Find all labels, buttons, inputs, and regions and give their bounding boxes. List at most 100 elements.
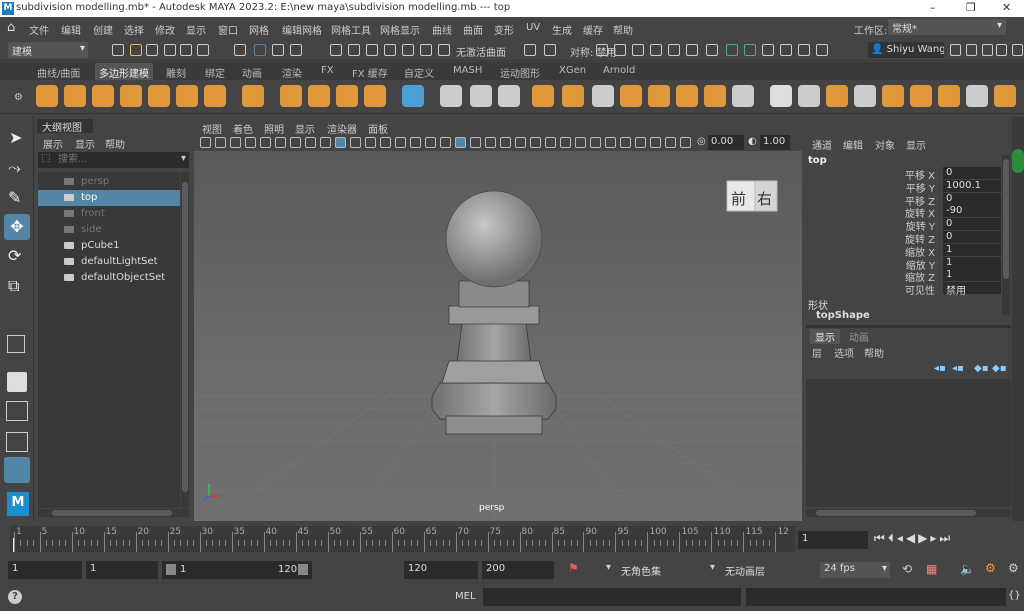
- status-tool-icon[interactable]: [130, 44, 142, 56]
- shelf-tool-icon[interactable]: [148, 85, 170, 107]
- outliner-search[interactable]: ⬚ ▾: [38, 152, 189, 168]
- close-button[interactable]: ✕: [1002, 1, 1011, 14]
- step-forward-icon[interactable]: ▸: [930, 531, 939, 545]
- outliner-menu-item[interactable]: 展示: [43, 136, 63, 151]
- status-tool-icon[interactable]: [726, 44, 738, 56]
- viewport-tool-icon[interactable]: [620, 137, 631, 148]
- menu-item[interactable]: 创建: [93, 22, 113, 37]
- anim-layer-select[interactable]: 无动画层: [725, 563, 765, 578]
- status-tool-icon[interactable]: [632, 44, 644, 56]
- status-tool-icon[interactable]: [650, 44, 662, 56]
- playback-start-field[interactable]: 1: [86, 561, 158, 579]
- range-end-handle[interactable]: [298, 564, 308, 575]
- play-back-icon[interactable]: ◀: [906, 531, 918, 545]
- viewport-menu-item[interactable]: 渲染器: [327, 121, 357, 136]
- lasso-tool-icon[interactable]: ⤳: [8, 158, 21, 178]
- viewport-menu-item[interactable]: 视图: [202, 121, 222, 136]
- viewport-menu-item[interactable]: 显示: [295, 121, 315, 136]
- anim-start-field[interactable]: 1: [8, 561, 82, 579]
- shelf-tool-icon[interactable]: [120, 85, 142, 107]
- shelf-tool-icon[interactable]: [36, 85, 58, 107]
- shelf-tool-icon[interactable]: [826, 85, 848, 107]
- viewport-scene[interactable]: [194, 151, 802, 521]
- viewport-tool-icon[interactable]: [470, 137, 481, 148]
- viewport-menu-item[interactable]: 照明: [264, 121, 284, 136]
- viewcube-right-label[interactable]: 右: [757, 188, 772, 209]
- layer-add-icon[interactable]: ◆▪: [992, 363, 1006, 374]
- chevron-down-icon[interactable]: ▾: [710, 562, 715, 573]
- menu-item[interactable]: 网格显示: [380, 22, 420, 37]
- channel-attr-row[interactable]: 缩放 Z1: [806, 269, 1001, 284]
- channel-attr-value[interactable]: 禁用: [943, 282, 1001, 297]
- toggle-panel-icon[interactable]: [1012, 44, 1023, 56]
- channel-menu-item[interactable]: 编辑: [843, 137, 863, 152]
- status-tool-icon[interactable]: [762, 44, 774, 56]
- rotate-tool-icon[interactable]: ⟳: [8, 246, 21, 265]
- viewport-tool-icon[interactable]: [665, 137, 676, 148]
- layer-tab[interactable]: 显示: [810, 329, 840, 344]
- status-tool-icon[interactable]: [798, 44, 810, 56]
- shelf-tool-icon[interactable]: [770, 85, 792, 107]
- status-tool-icon[interactable]: [197, 44, 209, 56]
- menu-item[interactable]: 网格: [249, 22, 269, 37]
- cache-playback-icon[interactable]: ▦: [926, 562, 937, 576]
- script-language-toggle[interactable]: MEL: [455, 591, 476, 602]
- shelf-tool-icon[interactable]: [704, 85, 726, 107]
- shelf-tool-icon[interactable]: [592, 85, 614, 107]
- paint-select-icon[interactable]: ✎: [8, 188, 21, 207]
- shelf-tool-icon[interactable]: [732, 85, 754, 107]
- status-tool-icon[interactable]: [164, 44, 176, 56]
- outliner-item[interactable]: defaultObjectSet: [38, 270, 180, 286]
- shelf-tool-icon[interactable]: [498, 85, 520, 107]
- go-to-end-icon[interactable]: ⏭: [939, 531, 953, 545]
- shelf-tool-icon[interactable]: [676, 85, 698, 107]
- new-layer-icon[interactable]: ◂▪: [934, 363, 946, 374]
- modeling-toolkit-icon[interactable]: [1012, 149, 1024, 173]
- channel-attr-value[interactable]: 0: [943, 192, 1001, 205]
- status-tool-icon[interactable]: [384, 44, 396, 56]
- shelf-tool-icon[interactable]: [854, 85, 876, 107]
- status-tool-icon[interactable]: [544, 44, 556, 56]
- viewport-tool-icon[interactable]: [425, 137, 436, 148]
- shelf-tool-icon[interactable]: [938, 85, 960, 107]
- viewport-tool-icon[interactable]: [485, 137, 496, 148]
- outliner-menu-item[interactable]: 显示: [75, 136, 95, 151]
- help-icon[interactable]: ?: [8, 590, 22, 604]
- toggle-panel-icon[interactable]: [966, 44, 977, 56]
- shelf-tool-icon[interactable]: [242, 85, 264, 107]
- auto-key-icon[interactable]: ⚑: [568, 561, 579, 575]
- channel-menu-item[interactable]: 显示: [906, 137, 926, 152]
- status-tool-icon[interactable]: [402, 44, 414, 56]
- shelf-tool-icon[interactable]: [204, 85, 226, 107]
- shelf-tab[interactable]: Arnold: [599, 63, 639, 78]
- status-tool-icon[interactable]: [420, 44, 432, 56]
- menu-item[interactable]: 文件: [29, 22, 49, 37]
- anim-prefs-icon[interactable]: ⚙: [985, 561, 996, 575]
- viewport-tool-icon[interactable]: [455, 137, 466, 148]
- fps-select[interactable]: 24 fps ▾: [820, 562, 890, 578]
- viewport-tool-icon[interactable]: [275, 137, 286, 148]
- menu-item[interactable]: 曲面: [463, 22, 483, 37]
- channel-attr-row[interactable]: 平移 X0: [806, 167, 1001, 182]
- range-bar[interactable]: 1 120: [162, 561, 312, 579]
- shelf-tab[interactable]: MASH: [449, 63, 486, 78]
- layer-tab[interactable]: 动画: [844, 329, 874, 344]
- layer-menu-item[interactable]: 选项: [834, 345, 854, 360]
- gamma-icon[interactable]: ◐: [748, 136, 757, 147]
- status-tool-icon[interactable]: [686, 44, 698, 56]
- home-icon[interactable]: ⌂: [7, 20, 15, 35]
- status-tool-icon[interactable]: [524, 44, 536, 56]
- channel-attr-row[interactable]: 平移 Z0: [806, 192, 1001, 208]
- shelf-tool-icon[interactable]: [882, 85, 904, 107]
- channel-attr-value[interactable]: 1000.1: [943, 179, 1001, 192]
- shelf-tool-icon[interactable]: [532, 85, 554, 107]
- toggle-panel-icon[interactable]: [996, 44, 1007, 56]
- viewport-tool-icon[interactable]: [530, 137, 541, 148]
- four-pane-layout-icon[interactable]: [7, 372, 27, 392]
- shelf-tool-icon[interactable]: [336, 85, 358, 107]
- status-tool-icon[interactable]: [706, 44, 718, 56]
- channel-attr-row[interactable]: 可见性 禁用: [806, 282, 1001, 297]
- viewport-tool-icon[interactable]: [605, 137, 616, 148]
- shelf-tab[interactable]: XGen: [555, 63, 590, 78]
- current-frame-field[interactable]: 1: [798, 531, 868, 549]
